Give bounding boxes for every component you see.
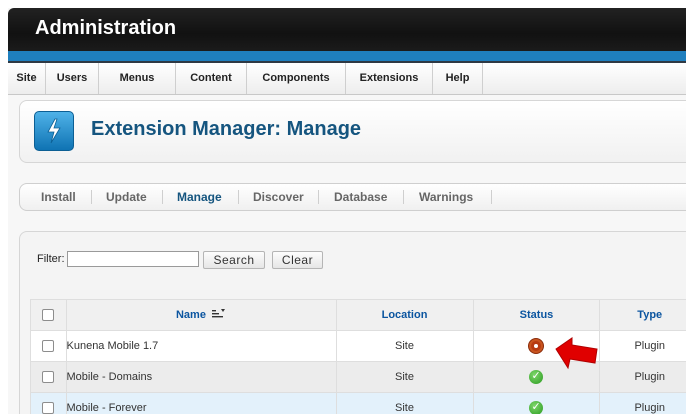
column-name-label: Name bbox=[175, 308, 206, 321]
extensions-panel: Filter: Search Clear Name Location Statu… bbox=[19, 231, 686, 414]
status-enabled-icon[interactable] bbox=[529, 400, 544, 414]
page-title: Extension Manager: Manage bbox=[91, 118, 362, 140]
filter-label: Filter: bbox=[37, 253, 65, 265]
search-button[interactable]: Search bbox=[203, 251, 265, 269]
column-header-status[interactable]: Status bbox=[472, 299, 601, 331]
row-checkbox[interactable] bbox=[42, 371, 55, 384]
extension-name: Kunena Mobile 1.7 bbox=[65, 330, 337, 362]
tab-divider bbox=[491, 190, 492, 204]
row-select-cell bbox=[30, 392, 67, 414]
menu-extensions[interactable]: Extensions bbox=[346, 63, 433, 94]
menu-components[interactable]: Components bbox=[247, 63, 346, 94]
tab-divider bbox=[403, 190, 404, 204]
lightning-bolt-icon bbox=[34, 111, 74, 151]
menu-users[interactable]: Users bbox=[46, 63, 99, 94]
red-arrow-icon bbox=[555, 337, 598, 370]
select-all-checkbox[interactable] bbox=[42, 309, 55, 322]
extension-location: Site bbox=[335, 361, 474, 393]
admin-header: Administration bbox=[8, 8, 686, 51]
column-header-type[interactable]: Type bbox=[599, 299, 686, 331]
table-row: Mobile - Forever Site Plugin bbox=[30, 392, 686, 414]
extension-location: Site bbox=[335, 330, 474, 362]
status-cell bbox=[472, 392, 601, 414]
tab-divider bbox=[91, 190, 92, 204]
sort-ascending-icon[interactable] bbox=[212, 309, 226, 321]
menu-help[interactable]: Help bbox=[433, 63, 483, 94]
extension-type: Plugin bbox=[599, 392, 686, 414]
column-header-location[interactable]: Location bbox=[335, 299, 474, 331]
status-disabled-icon[interactable] bbox=[529, 339, 544, 353]
select-all-cell bbox=[30, 299, 67, 331]
menu-site[interactable]: Site bbox=[8, 63, 46, 94]
tab-database[interactable]: Database bbox=[334, 184, 387, 210]
extension-type: Plugin bbox=[599, 330, 686, 362]
tab-warnings[interactable]: Warnings bbox=[419, 184, 473, 210]
tab-manage[interactable]: Manage bbox=[177, 184, 222, 210]
row-select-cell bbox=[30, 361, 67, 393]
tab-update[interactable]: Update bbox=[106, 184, 147, 210]
filter-input[interactable] bbox=[67, 251, 199, 267]
row-checkbox[interactable] bbox=[42, 402, 55, 414]
header-accent-band bbox=[8, 51, 686, 63]
column-header-name[interactable]: Name bbox=[65, 299, 337, 331]
extension-name: Mobile - Forever bbox=[65, 392, 337, 414]
clear-button[interactable]: Clear bbox=[272, 251, 323, 269]
menu-menus[interactable]: Menus bbox=[99, 63, 176, 94]
page-title-box: Extension Manager: Manage bbox=[19, 100, 686, 163]
tab-discover[interactable]: Discover bbox=[253, 184, 304, 210]
extension-type: Plugin bbox=[599, 361, 686, 393]
table-header-row: Name Location Status Type bbox=[30, 299, 686, 331]
row-checkbox[interactable] bbox=[42, 340, 55, 353]
extension-location: Site bbox=[335, 392, 474, 414]
tab-divider bbox=[318, 190, 319, 204]
menu-content[interactable]: Content bbox=[176, 63, 247, 94]
tab-divider bbox=[238, 190, 239, 204]
tab-divider bbox=[162, 190, 163, 204]
status-enabled-icon[interactable] bbox=[529, 369, 544, 384]
row-select-cell bbox=[30, 330, 67, 362]
extension-name: Mobile - Domains bbox=[65, 361, 337, 393]
tab-install[interactable]: Install bbox=[41, 184, 76, 210]
header-title: Administration bbox=[35, 17, 177, 39]
main-menu-bar: Site Users Menus Content Components Exte… bbox=[8, 63, 686, 95]
admin-window: Administration Site Users Menus Content … bbox=[8, 8, 686, 414]
submenu-tabs: Install Update Manage Discover Database … bbox=[19, 183, 686, 211]
